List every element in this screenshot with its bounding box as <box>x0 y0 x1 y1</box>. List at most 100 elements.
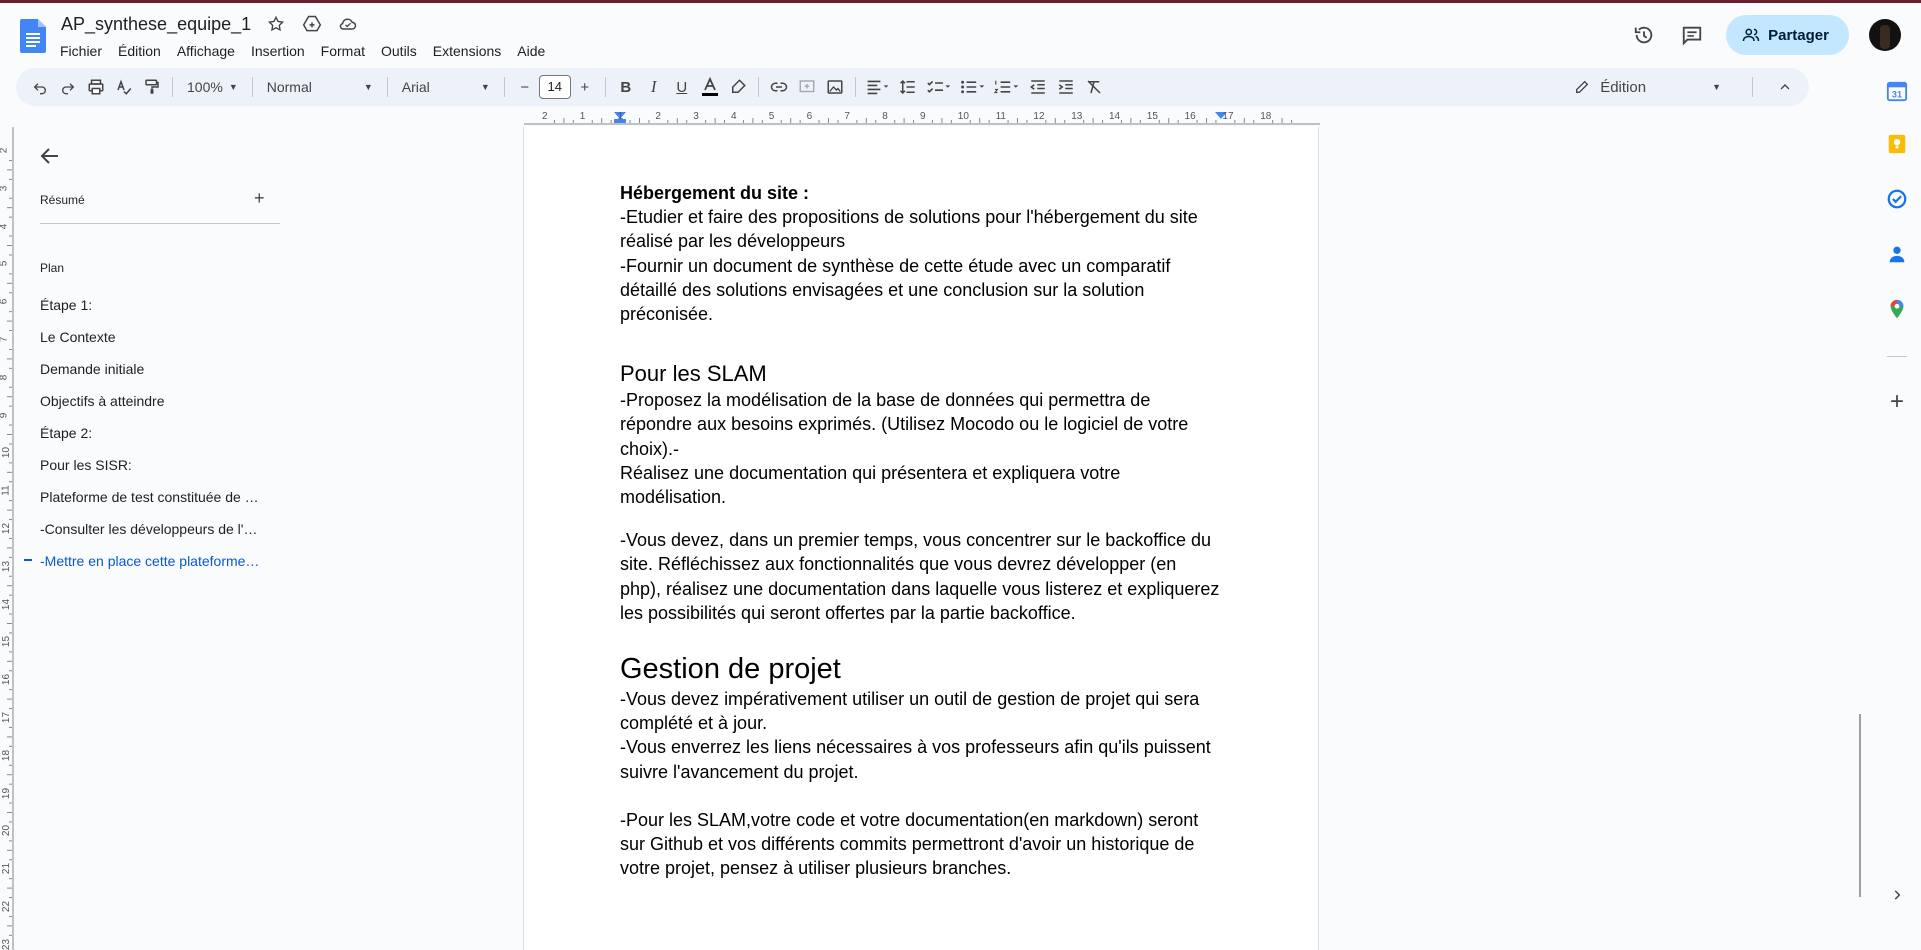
ruler-number: 13 <box>1071 111 1083 122</box>
people-icon <box>1742 28 1760 42</box>
decrease-indent-icon[interactable] <box>1024 73 1052 101</box>
menu-insertion[interactable]: Insertion <box>243 40 313 62</box>
decrease-font-size-icon[interactable]: − <box>511 73 539 101</box>
vertical-ruler[interactable]: 234567891011121314151617181920212223 <box>0 127 14 950</box>
svg-text:31: 31 <box>1892 89 1902 99</box>
menu-edition[interactable]: Édition <box>110 40 169 62</box>
collapse-menus-icon[interactable] <box>1771 73 1799 101</box>
keep-icon[interactable] <box>1885 132 1909 156</box>
menu-extensions[interactable]: Extensions <box>425 40 509 62</box>
document-title[interactable]: AP_synthese_equipe_1 <box>61 14 251 35</box>
document-body[interactable]: Hébergement du site : -Etudier et faire … <box>620 181 1240 880</box>
outline-item[interactable]: Plateforme de test constituée de … <box>40 489 286 505</box>
outline-item[interactable]: Étape 2: <box>40 425 286 441</box>
ruler-number: 21 <box>1 863 13 875</box>
maps-icon[interactable] <box>1885 297 1909 321</box>
outline-item[interactable]: Le Contexte <box>40 329 286 345</box>
font-select[interactable]: Arial ▼ <box>394 73 498 101</box>
back-arrow-icon[interactable] <box>38 144 62 168</box>
add-comment-icon[interactable] <box>793 73 821 101</box>
outline-item[interactable]: Objectifs à atteindre <box>40 393 286 409</box>
outline-item[interactable]: -Consulter les développeurs de l'… <box>40 521 286 537</box>
outline-item[interactable]: Étape 1: <box>40 297 286 313</box>
ruler-number: 7 <box>0 337 9 343</box>
toolbar-divider <box>757 77 759 97</box>
spellcheck-icon[interactable] <box>110 73 138 101</box>
toolbar: 100% ▼ Normal ▼ Arial ▼ − 14 + B I U Éditio… <box>16 68 1809 106</box>
menu-fichier[interactable]: Fichier <box>52 40 110 62</box>
increase-indent-icon[interactable] <box>1052 73 1080 101</box>
plan-label: Plan <box>40 261 65 275</box>
link-icon[interactable] <box>765 73 793 101</box>
share-label: Partager <box>1768 26 1829 44</box>
outline-item-active[interactable]: -Mettre en place cette plateforme… <box>40 553 286 569</box>
move-to-drive-icon[interactable] <box>301 13 323 35</box>
toolbar-divider <box>604 77 606 97</box>
numbered-list-icon[interactable] <box>990 73 1024 101</box>
insert-image-icon[interactable] <box>821 73 849 101</box>
horizontal-ruler[interactable]: 2 1 1 2 3 4 5 6 7 8 9 10 11 12 13 14 15 16 17 18 <box>524 111 1320 125</box>
comments-icon[interactable] <box>1678 21 1706 49</box>
toolbar-divider <box>503 77 505 97</box>
ruler-number: 17 <box>1 711 13 724</box>
ruler-number: 8 <box>882 111 888 122</box>
outline-item[interactable]: Demande initiale <box>40 361 286 377</box>
clear-formatting-icon[interactable] <box>1080 73 1108 101</box>
paragraph-line: répondre aux besoins exprimés. (Utilisez… <box>620 414 1189 435</box>
zoom-select[interactable]: 100% ▼ <box>179 73 246 101</box>
side-panel: 31 + <box>1873 65 1921 950</box>
toolbar-divider <box>854 77 856 97</box>
ruler-number: 7 <box>844 111 850 122</box>
text-color-icon[interactable] <box>696 73 724 101</box>
highlight-icon[interactable] <box>724 73 752 101</box>
expand-icon[interactable] <box>1885 883 1909 907</box>
ruler-number: 4 <box>731 111 737 122</box>
pencil-icon <box>1576 80 1589 93</box>
toolbar-divider <box>1752 77 1753 97</box>
increase-font-size-icon[interactable]: + <box>571 73 599 101</box>
cloud-saved-icon[interactable] <box>337 13 359 35</box>
paragraph-line: Réalisez une documentation qui présenter… <box>620 462 1121 483</box>
ruler-number: 12 <box>1 522 13 535</box>
contacts-icon[interactable] <box>1885 242 1909 266</box>
menu-aide[interactable]: Aide <box>509 40 553 62</box>
redo-icon[interactable] <box>54 73 82 101</box>
checklist-icon[interactable] <box>922 73 956 101</box>
avatar[interactable] <box>1869 19 1901 51</box>
editing-mode-select[interactable]: Édition ▼ <box>1574 73 1721 101</box>
menu-affichage[interactable]: Affichage <box>169 40 243 62</box>
calendar-icon[interactable]: 31 <box>1885 79 1909 103</box>
align-icon[interactable] <box>862 73 894 101</box>
share-button[interactable]: Partager <box>1726 15 1849 55</box>
print-icon[interactable] <box>82 73 110 101</box>
paint-format-icon[interactable] <box>138 73 166 101</box>
header: AP_synthese_equipe_1 Fichier Édition Aff… <box>0 3 1921 65</box>
ruler-number: 5 <box>0 261 9 267</box>
undo-icon[interactable] <box>26 73 54 101</box>
chevron-down-icon: ▼ <box>363 82 373 92</box>
bold-icon[interactable]: B <box>612 73 640 101</box>
underline-icon[interactable]: U <box>668 73 696 101</box>
chevron-down-icon: ▼ <box>1712 82 1721 92</box>
star-icon[interactable] <box>265 13 287 35</box>
italic-icon[interactable]: I <box>640 73 668 101</box>
toolbar-divider <box>172 77 173 97</box>
version-history-icon[interactable] <box>1630 21 1658 49</box>
menu-format[interactable]: Format <box>313 40 373 62</box>
bulleted-list-icon[interactable] <box>956 73 990 101</box>
line-spacing-icon[interactable] <box>894 73 922 101</box>
document-page[interactable]: Hébergement du site : -Etudier et faire … <box>523 127 1319 950</box>
docs-logo-icon[interactable] <box>20 19 46 53</box>
menu-outils[interactable]: Outils <box>373 40 425 62</box>
add-icon[interactable]: + <box>1885 388 1909 415</box>
add-summary-icon[interactable]: + <box>254 188 265 209</box>
ruler-number: 5 <box>768 111 775 122</box>
paragraph-line: réalisé par les développeurs <box>620 231 846 252</box>
font-size-input[interactable]: 14 <box>538 75 571 99</box>
style-select[interactable]: Normal ▼ <box>259 73 381 101</box>
outline-item[interactable]: Pour les SISR: <box>40 457 286 473</box>
tasks-icon[interactable] <box>1885 187 1909 211</box>
paragraph-line: php), réalisez une documentation dans la… <box>620 578 1220 599</box>
menu-bar: Fichier Édition Affichage Insertion Form… <box>52 40 553 62</box>
scrollbar-thumb[interactable] <box>1859 714 1861 897</box>
